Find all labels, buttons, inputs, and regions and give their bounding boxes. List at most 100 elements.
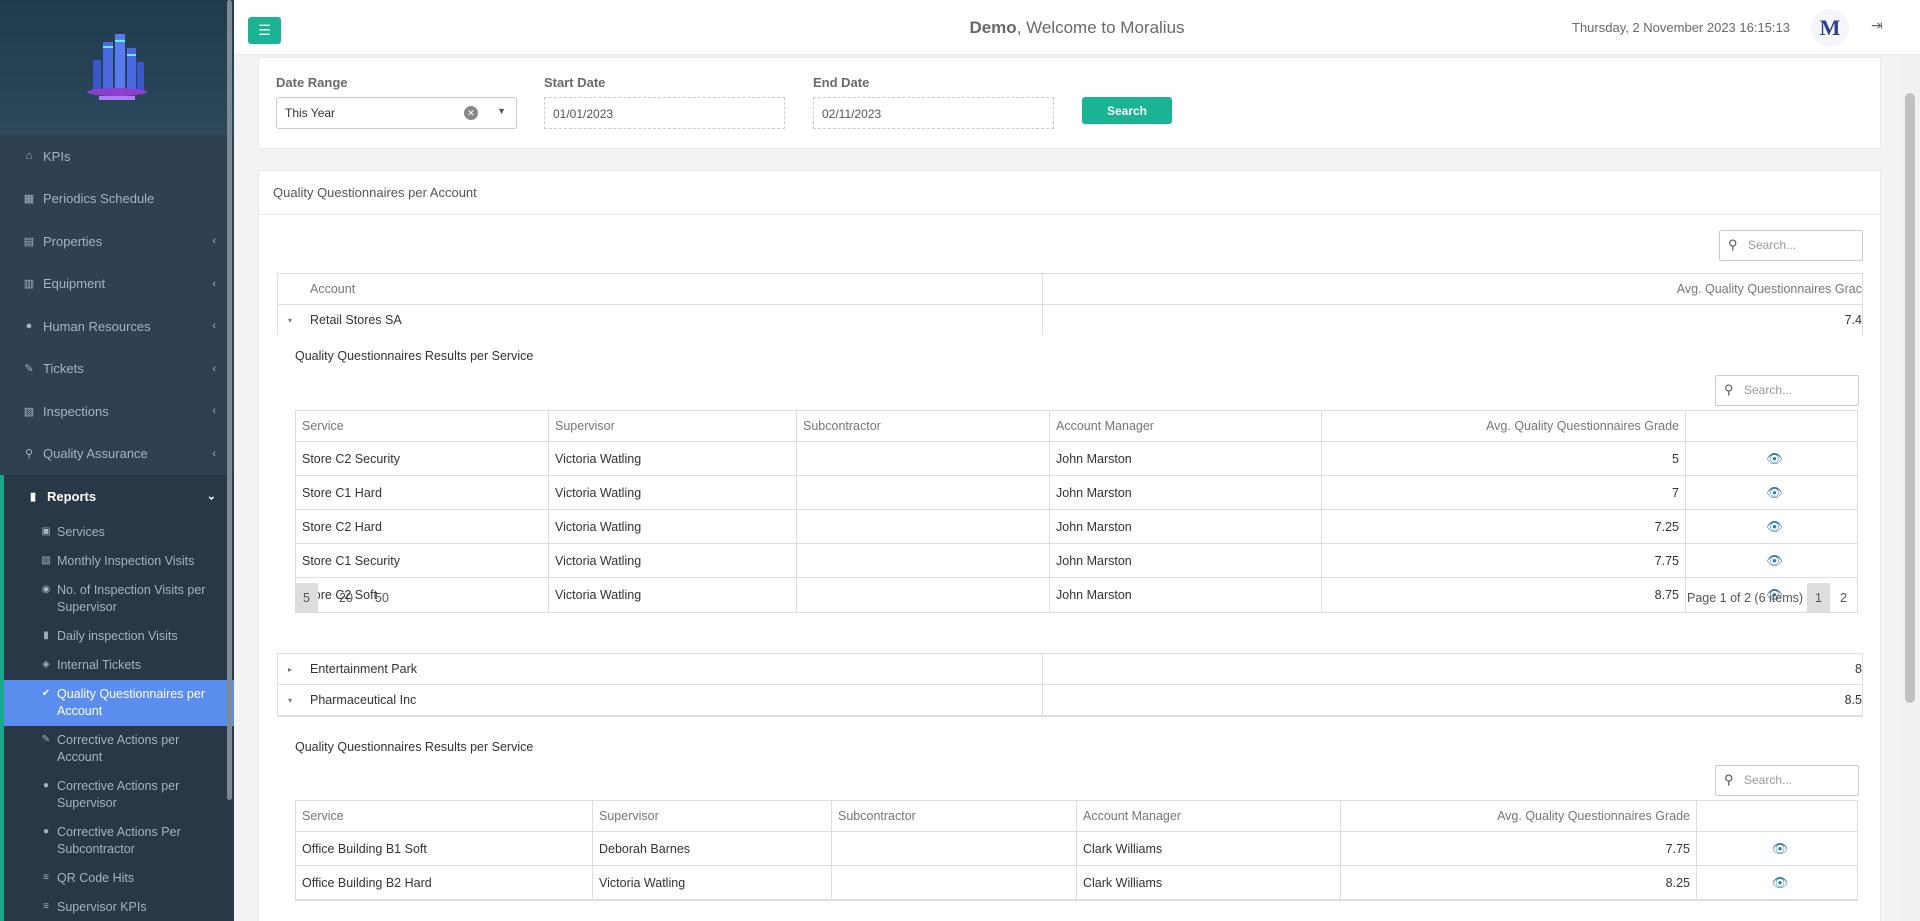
users-icon: ● (25, 320, 33, 333)
grid-header-row: Service Supervisor Subcontractor Account… (296, 411, 1857, 442)
end-date-input[interactable]: 02/11/2023 (813, 97, 1054, 129)
sidebar-item-tickets[interactable]: ✎ Tickets ‹ (0, 348, 234, 391)
submenu-item-corrective-actions-per-account[interactable]: ✎ Corrective Actions per Account (4, 726, 234, 772)
search-icon: ⚲ (1724, 772, 1734, 787)
column-header-account-manager[interactable]: Account Manager (1050, 411, 1322, 441)
ticket-icon: ✎ (24, 363, 34, 376)
table-row[interactable]: Store C2 Hard Victoria Watling John Mars… (296, 510, 1857, 544)
grid-header-row: Service Supervisor Subcontractor Account… (296, 801, 1857, 832)
sidebar-item-quality-assurance[interactable]: ⚲ Quality Assurance ‹ (0, 433, 234, 476)
table-row[interactable]: ▸ Entertainment Park 8 (278, 654, 1862, 685)
eye-icon[interactable]: 👁 (1686, 442, 1857, 475)
submenu-item-internal-tickets[interactable]: ◈ Internal Tickets (4, 651, 234, 680)
table-row[interactable]: Office Building B2 Hard Victoria Watling… (296, 866, 1857, 900)
accounts-grid-continued: ▸ Entertainment Park 8 ▾ Pharmaceutical In… (277, 653, 1863, 717)
eye-icon[interactable]: 👁 (1686, 544, 1857, 577)
table-row[interactable]: ▾ Retail Stores SA 7.4 (278, 305, 1862, 336)
map-icon: ▧ (23, 405, 35, 418)
equipment-icon: ▥ (23, 278, 35, 291)
submenu-item-quality-questionnaires-per-account[interactable]: ✔ Quality Questionnaires per Account (4, 679, 234, 726)
logout-icon[interactable]: ⇥ (1871, 17, 1883, 34)
detail-title: Quality Questionnaires Results per Servi… (295, 349, 534, 363)
collapse-icon[interactable]: ▾ (288, 316, 292, 325)
eye-icon[interactable]: 👁 (1697, 832, 1857, 865)
submenu-item-monthly-inspection-visits[interactable]: ▧ Monthly Inspection Visits (4, 547, 234, 576)
submenu-item-services[interactable]: ▣ Services (4, 518, 234, 547)
account-grade: 8 (1855, 662, 1862, 676)
account-name: Entertainment Park (310, 662, 417, 676)
account-grade: 7.4 (1844, 313, 1862, 327)
table-row[interactable]: Store C1 Hard Victoria Watling John Mars… (296, 476, 1857, 510)
start-date-input[interactable]: 01/01/2023 (544, 97, 785, 129)
end-date-label: End Date (813, 75, 870, 90)
sidebar-item-human-resources[interactable]: ● Human Resources ‹ (0, 305, 234, 348)
table-row[interactable]: Office Building B1 Soft Deborah Barnes C… (296, 832, 1857, 866)
user-name: Demo (969, 18, 1017, 37)
column-header-account[interactable]: Account (278, 274, 1043, 304)
page-size-5[interactable]: 5 (295, 583, 318, 613)
page-size-50[interactable]: 50 (367, 583, 397, 613)
submenu-item-inspection-visits-per-supervisor[interactable]: ◉ No. of Inspection Visits per Supervisor (4, 576, 234, 622)
caret-down-icon[interactable]: ▼ (497, 106, 506, 116)
column-header-supervisor[interactable]: Supervisor (593, 801, 832, 831)
column-header-subcontractor[interactable]: Subcontractor (797, 411, 1050, 441)
collapse-icon[interactable]: ▾ (288, 696, 292, 705)
sidebar-item-properties[interactable]: ▤ Properties ‹ (0, 220, 234, 263)
detail-search-input[interactable]: ⚲ Search... (1715, 375, 1859, 406)
submenu-item-corrective-actions-per-supervisor[interactable]: ● Corrective Actions per Supervisor (4, 772, 234, 818)
column-header-actions (1697, 801, 1857, 831)
column-header-actions (1686, 411, 1857, 441)
scrollbar-thumb[interactable] (1905, 93, 1915, 703)
chevron-left-icon: ‹ (212, 235, 216, 248)
detail-title: Quality Questionnaires Results per Servi… (295, 740, 534, 754)
calendar-icon: ▦ (23, 193, 35, 206)
search-icon: ⚲ (1728, 237, 1738, 252)
expand-icon[interactable]: ▸ (288, 665, 292, 674)
submenu-item-daily-inspection-visits[interactable]: ▮ Daily inspection Visits (4, 622, 234, 651)
column-header-service[interactable]: Service (296, 411, 549, 441)
table-row[interactable]: Store C1 Security Victoria Watling John … (296, 544, 1857, 578)
column-header-supervisor[interactable]: Supervisor (549, 411, 797, 441)
page-scrollbar[interactable] (1900, 55, 1920, 921)
page-1-button[interactable]: 1 (1807, 583, 1830, 613)
welcome-text: , Welcome to Moralius (1016, 18, 1185, 37)
current-datetime: Thursday, 2 November 2023 16:15:13 (1572, 20, 1791, 35)
avatar[interactable]: M (1811, 9, 1849, 47)
pager: 5 20 50 Page 1 of 2 (6 items) 1 2 (295, 583, 1858, 613)
sidebar-item-inspections[interactable]: ▧ Inspections ‹ (0, 390, 234, 433)
eye-icon[interactable]: 👁 (1686, 510, 1857, 543)
date-range-select[interactable]: This Year ✕ ▼ (276, 97, 517, 129)
table-row[interactable]: ▾ Pharmaceutical Inc 8.5 (278, 685, 1862, 716)
column-header-service[interactable]: Service (296, 801, 593, 831)
calendar-check-icon: ▣ (41, 526, 51, 537)
book-icon: ▮ (29, 490, 37, 503)
sidebar-item-equipment[interactable]: ▥ Equipment ‹ (0, 263, 234, 306)
quality-questionnaires-panel: Quality Questionnaires per Account ⚲ Sea… (258, 170, 1881, 921)
table-row[interactable]: Store C2 Security Victoria Watling John … (296, 442, 1857, 476)
page-2-button[interactable]: 2 (1832, 583, 1855, 613)
detail-panel-pharma: Quality Questionnaires Results per Servi… (277, 717, 1863, 917)
column-header-account-manager[interactable]: Account Manager (1077, 801, 1341, 831)
column-header-subcontractor[interactable]: Subcontractor (832, 801, 1077, 831)
column-header-grade[interactable]: Avg. Quality Questionnaires Grade (1341, 801, 1697, 831)
search-button[interactable]: Search (1082, 97, 1172, 124)
eye-icon[interactable]: 👁 (1686, 476, 1857, 509)
column-header-grade[interactable]: Avg. Quality Questionnaires Grac (1043, 282, 1862, 296)
sidebar-item-periodics-schedule[interactable]: ▦ Periodics Schedule (0, 178, 234, 221)
users-icon: ● (42, 826, 50, 837)
eye-icon[interactable]: 👁 (1697, 866, 1857, 899)
grid-search-input[interactable]: ⚲ Search... (1719, 230, 1863, 261)
sidebar-item-kpis[interactable]: ⌂ KPIs (0, 135, 234, 178)
company-logo[interactable] (79, 30, 155, 106)
sidebar-item-reports[interactable]: ▮ Reports ⌄ (0, 475, 234, 518)
page-size-20[interactable]: 20 (331, 583, 361, 613)
submenu-item-qr-code-hits[interactable]: ≡ QR Code Hits (4, 864, 234, 893)
submenu-item-supervisor-kpis[interactable]: ≡ Supervisor KPIs (4, 893, 234, 921)
detail-search-input[interactable]: ⚲ Search... (1715, 765, 1859, 796)
column-header-grade[interactable]: Avg. Quality Questionnaires Grade (1322, 411, 1686, 441)
submenu-item-corrective-actions-per-subcontractor[interactable]: ● Corrective Actions Per Subcontractor (4, 818, 234, 864)
building-icon: ▤ (23, 235, 35, 248)
sidebar-scrollbar[interactable] (227, 0, 232, 800)
clear-icon[interactable]: ✕ (464, 106, 478, 120)
home-icon: ⌂ (25, 150, 33, 163)
